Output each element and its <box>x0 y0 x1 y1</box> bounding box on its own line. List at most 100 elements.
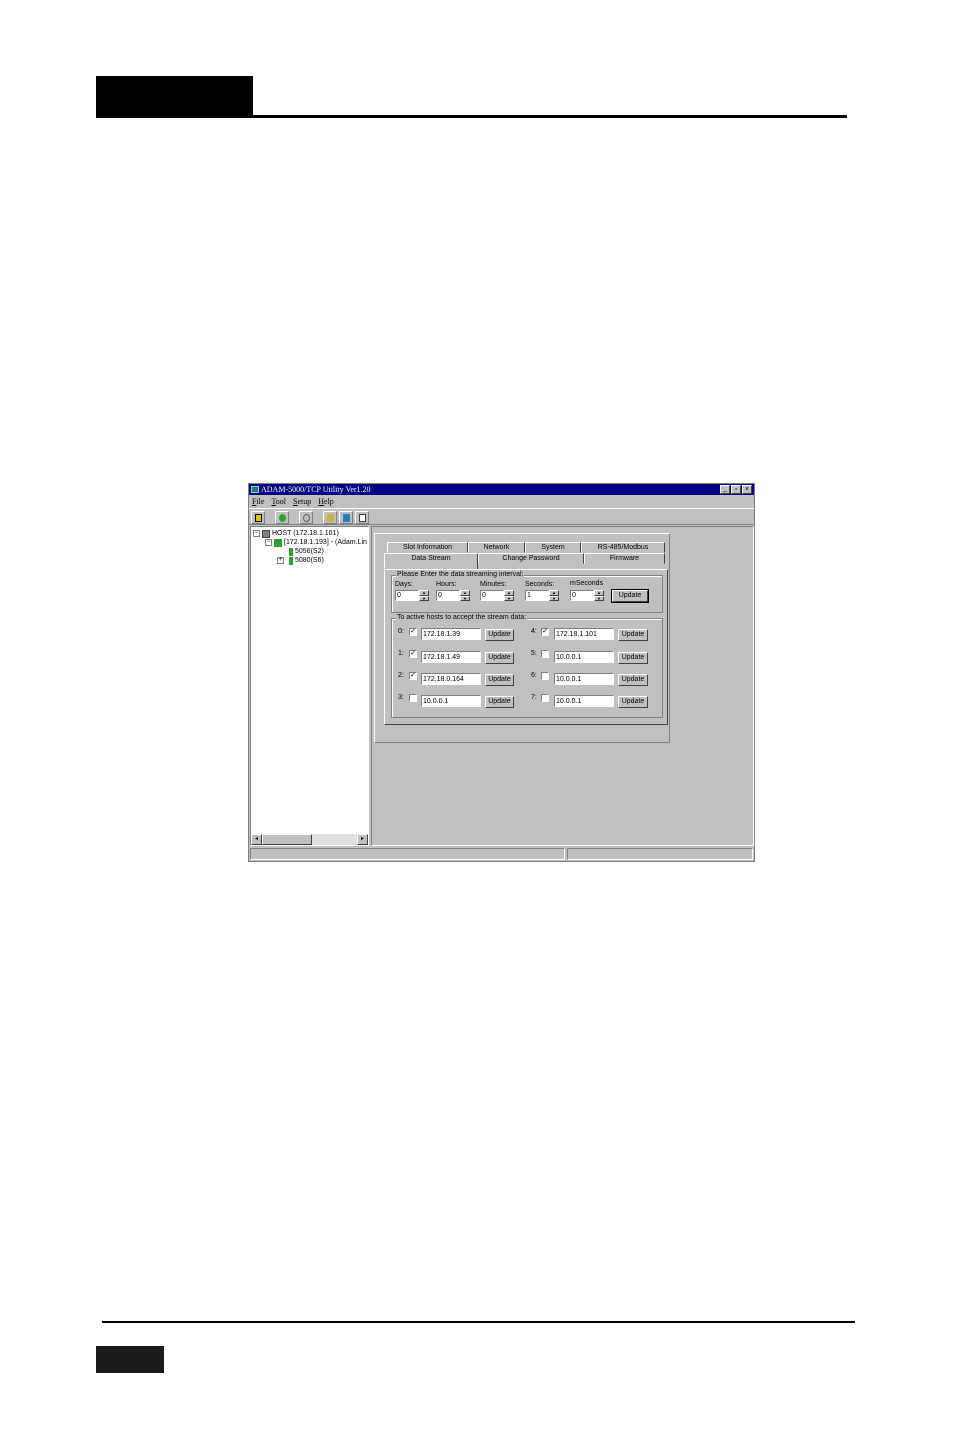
search-tool-button[interactable] <box>299 511 313 524</box>
host-3-checkbox[interactable] <box>409 694 417 702</box>
scroll-left-icon[interactable]: ◂ <box>251 834 262 845</box>
close-button[interactable]: × <box>742 485 752 494</box>
host-5-update-button[interactable]: Update <box>618 652 648 664</box>
tree-device-label: [172.18.1.193] - (Adam.Lin <box>284 539 367 546</box>
tab-firmware[interactable]: Firmware <box>584 553 665 564</box>
host-1-update-button[interactable]: Update <box>485 652 514 664</box>
minutes-label: Minutes: <box>480 581 507 588</box>
status-pane-secondary <box>567 848 753 860</box>
settings-panel: Slot Information Network System RS-485/M… <box>374 533 670 743</box>
host-index: 3: <box>398 694 404 701</box>
tree-item-host[interactable]: − HOST (172.18.1.101) <box>253 529 339 538</box>
host-4-checkbox[interactable]: ✓ <box>541 628 549 636</box>
host-4-update-button[interactable]: Update <box>618 629 648 641</box>
header-block <box>96 76 253 118</box>
host-0-checkbox[interactable]: ✓ <box>409 628 417 636</box>
tree-item-device[interactable]: − [172.18.1.193] - (Adam.Lin <box>265 538 367 547</box>
minimize-button[interactable]: _ <box>720 485 730 494</box>
title-bar: ADAM-5000/TCP Utility Ver1.20 _ ▫ × <box>249 484 754 495</box>
host-3-ip-input[interactable] <box>421 695 481 707</box>
tree-hscrollbar[interactable]: ◂ ▸ <box>251 834 368 845</box>
host-3-update-button[interactable]: Update <box>485 696 514 708</box>
host-index: 6: <box>531 672 537 679</box>
device-icon <box>274 538 282 547</box>
host-1-ip-input[interactable] <box>421 651 481 663</box>
menu-setup[interactable]: Setup <box>293 496 311 507</box>
days-input[interactable] <box>395 590 419 601</box>
collapse-toggle[interactable]: − <box>253 530 260 537</box>
collapse-toggle[interactable]: − <box>265 539 272 546</box>
terminal-tool-button[interactable] <box>355 511 369 524</box>
window-title: ADAM-5000/TCP Utility Ver1.20 <box>261 485 371 494</box>
maximize-button[interactable]: ▫ <box>731 485 741 494</box>
host-7-update-button[interactable]: Update <box>618 696 648 708</box>
spin-down-icon[interactable]: ▼ <box>594 595 604 601</box>
spin-down-icon[interactable]: ▼ <box>549 595 559 601</box>
connect-tool-button[interactable] <box>275 511 289 524</box>
menu-file[interactable]: File <box>252 496 264 507</box>
host-index: 2: <box>398 672 404 679</box>
scroll-right-icon[interactable]: ▸ <box>357 834 368 845</box>
host-0-ip-input[interactable] <box>421 628 481 640</box>
host-0-update-button[interactable]: Update <box>485 629 514 641</box>
host-7-ip-input[interactable] <box>554 695 614 707</box>
minutes-input[interactable] <box>480 590 504 601</box>
header-rule <box>96 115 847 118</box>
tab-rs485-modbus[interactable]: RS-485/Modbus <box>581 542 665 553</box>
footer-rule <box>102 1321 855 1323</box>
host-6-checkbox[interactable] <box>541 672 549 680</box>
days-spinner: ▲▼ <box>395 590 429 601</box>
module-icon <box>343 514 350 522</box>
interval-group: Please Enter the data streaming interval… <box>391 571 663 613</box>
host-6-update-button[interactable]: Update <box>618 674 648 686</box>
mseconds-spinner: ▲▼ <box>570 590 604 601</box>
tree-host-label: HOST (172.18.1.101) <box>272 530 339 537</box>
module-icon <box>289 547 293 556</box>
host-2-ip-input[interactable] <box>421 673 481 685</box>
app-icon <box>251 486 259 493</box>
monitor-icon <box>359 514 366 522</box>
host-1-checkbox[interactable]: ✓ <box>409 650 417 658</box>
tab-network[interactable]: Network <box>468 542 525 553</box>
scroll-thumb[interactable] <box>262 834 312 845</box>
interval-update-button[interactable]: Update <box>611 589 649 603</box>
hosts-group-label: To active hosts to accept the stream dat… <box>396 614 528 621</box>
host-4-ip-input[interactable] <box>554 628 614 640</box>
tab-slot-information[interactable]: Slot Information <box>387 542 468 553</box>
tab-system[interactable]: System <box>525 542 581 553</box>
menu-help[interactable]: Help <box>318 496 334 507</box>
spin-down-icon[interactable]: ▼ <box>460 595 470 601</box>
spin-down-icon[interactable]: ▼ <box>504 595 514 601</box>
search-icon <box>303 514 310 522</box>
host-2-checkbox[interactable]: ✓ <box>409 672 417 680</box>
network-icon <box>279 514 286 522</box>
door-icon <box>255 514 262 522</box>
expand-toggle[interactable]: + <box>277 557 284 564</box>
open-tool-button[interactable] <box>323 511 337 524</box>
data-stream-page: Please Enter the data streaming interval… <box>384 569 668 725</box>
io-tool-button[interactable] <box>339 511 353 524</box>
device-tree: − HOST (172.18.1.101) − [172.18.1.193] -… <box>250 526 369 846</box>
folder-icon <box>327 514 334 522</box>
spin-down-icon[interactable]: ▼ <box>419 595 429 601</box>
exit-tool-button[interactable] <box>251 511 265 524</box>
host-2-update-button[interactable]: Update <box>485 674 514 686</box>
mseconds-input[interactable] <box>570 590 594 601</box>
tab-change-password[interactable]: Change Password <box>478 553 584 564</box>
hours-input[interactable] <box>436 590 460 601</box>
host-5-ip-input[interactable] <box>554 651 614 663</box>
tab-data-stream[interactable]: Data Stream <box>384 553 478 570</box>
host-5-checkbox[interactable] <box>541 650 549 658</box>
module-icon <box>289 556 293 565</box>
menu-bar: File Tool Setup Help <box>249 496 754 507</box>
tree-item-module[interactable]: 5056(S2) <box>289 547 324 556</box>
seconds-input[interactable] <box>525 590 549 601</box>
menu-tool[interactable]: Tool <box>271 496 286 507</box>
tree-item-module[interactable]: + 5080(S6) <box>277 556 324 565</box>
hosts-group: To active hosts to accept the stream dat… <box>391 614 663 718</box>
host-7-checkbox[interactable] <box>541 694 549 702</box>
seconds-label: Seconds: <box>525 581 555 588</box>
host-6-ip-input[interactable] <box>554 673 614 685</box>
host-index: 1: <box>398 650 404 657</box>
host-index: 0: <box>398 628 404 635</box>
